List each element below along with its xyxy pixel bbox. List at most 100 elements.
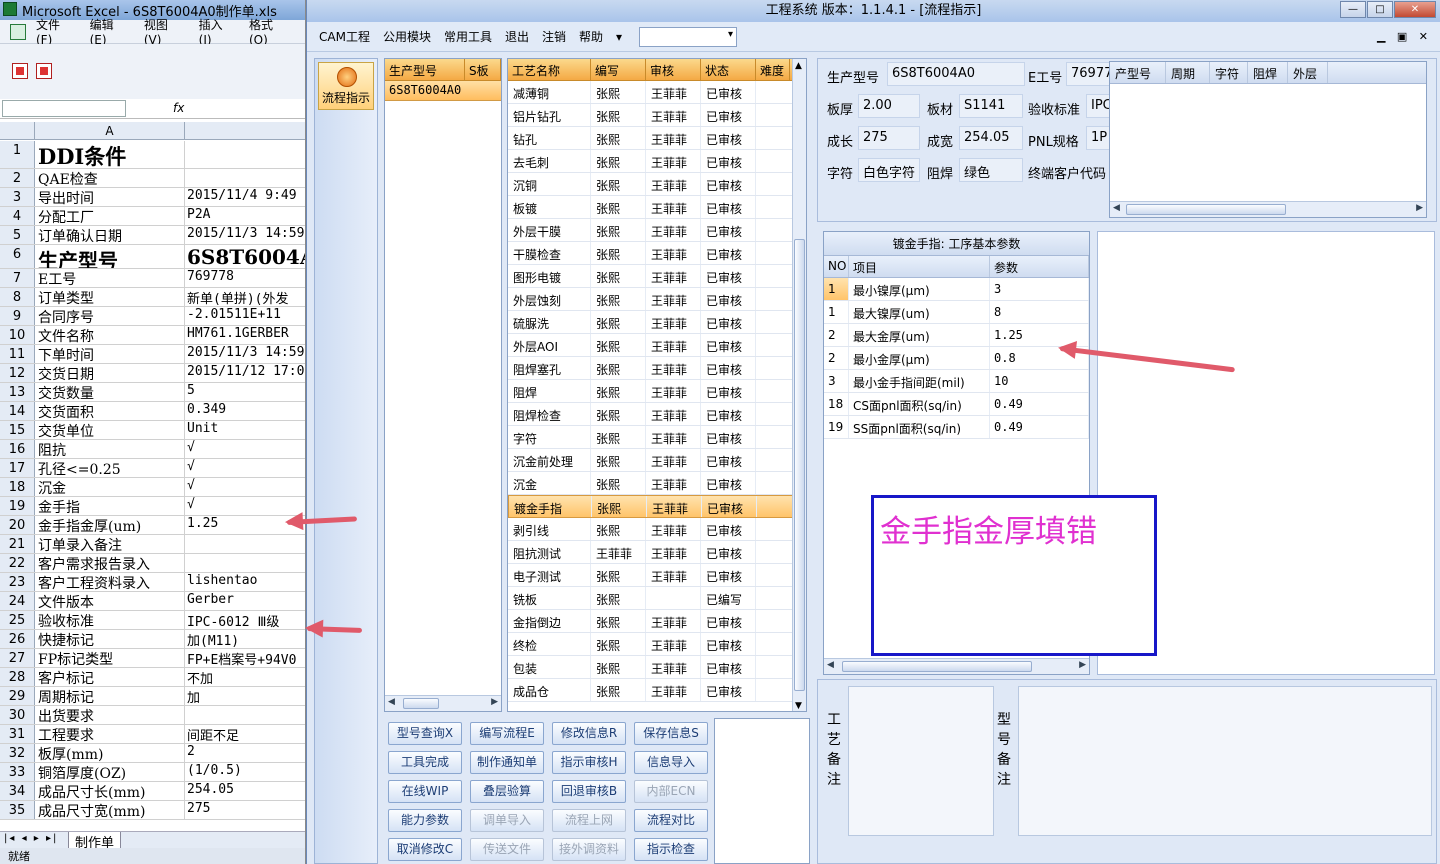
action-button[interactable]: 调单导入 (470, 809, 544, 832)
menu-tools[interactable]: 常用工具 (444, 28, 492, 45)
cell-a[interactable]: 金手指金厚(um) (35, 516, 185, 534)
scroll-right-icon[interactable]: ▶ (491, 697, 498, 707)
cell-a[interactable]: FP标记类型 (35, 649, 185, 667)
cell-a[interactable]: 文件版本 (35, 592, 185, 610)
mdi-window-buttons[interactable]: ▁ ▣ ✕ (1377, 30, 1432, 43)
action-button[interactable]: 叠层验算 (470, 780, 544, 803)
param-row[interactable]: 2 最小金厚(μm) 0.8 (824, 347, 1089, 370)
process-row[interactable]: 镀金手指 张熙 王菲菲 已审核 (508, 495, 806, 518)
cell-a[interactable]: 客户标记 (35, 668, 185, 686)
row-number[interactable]: 22 (0, 554, 35, 572)
param-row[interactable]: 1 最大镍厚(um) 8 (824, 301, 1089, 324)
action-button[interactable]: 信息导入 (634, 751, 708, 774)
process-row[interactable]: 电子测试 张熙 王菲菲 已审核 (508, 564, 806, 587)
row-number[interactable]: 6 (0, 245, 35, 268)
process-row[interactable]: 图形电镀 张熙 王菲菲 已审核 (508, 265, 806, 288)
model-value[interactable]: 6S8T6004A0 (887, 62, 1025, 86)
cell-a[interactable]: 金手指 (35, 497, 185, 515)
action-button[interactable]: 工具完成 (388, 751, 462, 774)
excel-menu-edit[interactable]: 编辑(E) (90, 16, 130, 47)
action-button[interactable]: 接外调资料 (552, 838, 626, 861)
col-header-model[interactable]: 生产型号 (385, 59, 465, 80)
maximize-button[interactable]: □ (1367, 1, 1393, 18)
width-value[interactable]: 254.05 (959, 126, 1023, 150)
fx-icon[interactable]: fx (173, 101, 184, 115)
excel-menu-file[interactable]: 文件(F) (36, 16, 76, 47)
cell-a[interactable]: 订单类型 (35, 288, 185, 306)
scroll-left-icon[interactable]: ◀ (1113, 203, 1120, 213)
cell-a[interactable]: 阻抗 (35, 440, 185, 458)
process-row[interactable]: 阻抗测试 王菲菲 王菲菲 已审核 (508, 541, 806, 564)
pdf-icon[interactable] (12, 63, 28, 79)
cell-b[interactable] (185, 706, 305, 724)
col-header-s-board[interactable]: S板 (465, 59, 501, 80)
process-row[interactable]: 包装 张熙 王菲菲 已审核 (508, 656, 806, 679)
cell-a[interactable]: 下单时间 (35, 345, 185, 363)
minimize-button[interactable]: — (1340, 1, 1366, 18)
row-number[interactable]: 29 (0, 687, 35, 705)
process-row[interactable]: 硫脲洗 张熙 王菲菲 已审核 (508, 311, 806, 334)
process-row[interactable]: 外层AOI 张熙 王菲菲 已审核 (508, 334, 806, 357)
cell-b[interactable]: lishentao (185, 573, 305, 591)
row-number[interactable]: 4 (0, 207, 35, 225)
cell-b[interactable]: √ (185, 440, 305, 458)
scroll-left-icon[interactable]: ◀ (388, 697, 395, 707)
row-number[interactable]: 10 (0, 326, 35, 344)
cell-b[interactable]: √ (185, 478, 305, 496)
cell-b[interactable]: 间距不足 (185, 725, 305, 743)
cell-a[interactable]: 验收标准 (35, 611, 185, 629)
action-button[interactable]: 取消修改C (388, 838, 462, 861)
menu-help[interactable]: 帮助 (579, 28, 603, 45)
cell-a[interactable]: 沉金 (35, 478, 185, 496)
action-button[interactable]: 内部ECN (634, 780, 708, 803)
cell-a[interactable]: 交货数量 (35, 383, 185, 401)
char-value[interactable]: 白色字符 (858, 158, 920, 182)
param-row[interactable]: 1 最小镍厚(μm) 3 (824, 278, 1089, 301)
action-button[interactable]: 在线WIP (388, 780, 462, 803)
row-number[interactable]: 20 (0, 516, 35, 534)
action-button[interactable]: 保存信息S (634, 722, 708, 745)
row-number[interactable]: 11 (0, 345, 35, 363)
process-row[interactable]: 成品仓 张熙 王菲菲 已审核 (508, 679, 806, 702)
scroll-thumb[interactable] (794, 239, 805, 691)
col-header-model[interactable]: 产型号 (1110, 62, 1166, 83)
param-row[interactable]: 18 CS面pnl面积(sq/in) 0.49 (824, 393, 1089, 416)
cell-b[interactable] (185, 554, 305, 572)
menu-cam[interactable]: CAM工程 (319, 28, 370, 45)
cell-b[interactable]: 254.05 (185, 782, 305, 800)
cell-a[interactable]: 交货日期 (35, 364, 185, 382)
process-row[interactable]: 干膜检查 张熙 王菲菲 已审核 (508, 242, 806, 265)
cell-a[interactable]: 成品尺寸长(mm) (35, 782, 185, 800)
row-number[interactable]: 28 (0, 668, 35, 686)
row-number[interactable]: 27 (0, 649, 35, 667)
cell-b[interactable]: 0.349 (185, 402, 305, 420)
menu-exit[interactable]: 退出 (505, 28, 529, 45)
cell-a[interactable]: 板厚(mm) (35, 744, 185, 762)
process-row[interactable]: 外层蚀刻 张熙 王菲菲 已审核 (508, 288, 806, 311)
cell-a[interactable]: 订单录入备注 (35, 535, 185, 553)
row-number[interactable]: 30 (0, 706, 35, 724)
process-row[interactable]: 减薄铜 张熙 王菲菲 已审核 (508, 81, 806, 104)
row-number[interactable]: 12 (0, 364, 35, 382)
process-row[interactable]: 阻焊 张熙 王菲菲 已审核 (508, 380, 806, 403)
row-number[interactable]: 23 (0, 573, 35, 591)
row-number[interactable]: 35 (0, 801, 35, 819)
cell-b[interactable]: -2.01511E+11 (185, 307, 305, 325)
cell-b[interactable] (185, 141, 305, 168)
pdf-mail-icon[interactable] (36, 63, 52, 79)
process-row[interactable]: 铣板 张熙 已编写 (508, 587, 806, 610)
scroll-right-icon[interactable]: ▶ (1079, 660, 1086, 670)
col-header-cycle[interactable]: 周期 (1166, 62, 1210, 83)
row-number[interactable]: 7 (0, 269, 35, 287)
memo-box[interactable] (714, 718, 810, 864)
row-number[interactable]: 17 (0, 459, 35, 477)
process-row[interactable]: 钻孔 张熙 王菲菲 已审核 (508, 127, 806, 150)
col-header-outer[interactable]: 外层 (1288, 62, 1328, 83)
cell-a[interactable]: 出货要求 (35, 706, 185, 724)
process-row[interactable]: 沉铜 张熙 王菲菲 已审核 (508, 173, 806, 196)
cell-b[interactable]: 2015/11/3 14:59 (185, 226, 305, 244)
col-header-reviewer[interactable]: 审核 (646, 59, 701, 80)
cell-a[interactable]: QAE检查 (35, 169, 185, 187)
scroll-left-icon[interactable]: ◀ (827, 660, 834, 670)
cell-a[interactable]: E工号 (35, 269, 185, 287)
